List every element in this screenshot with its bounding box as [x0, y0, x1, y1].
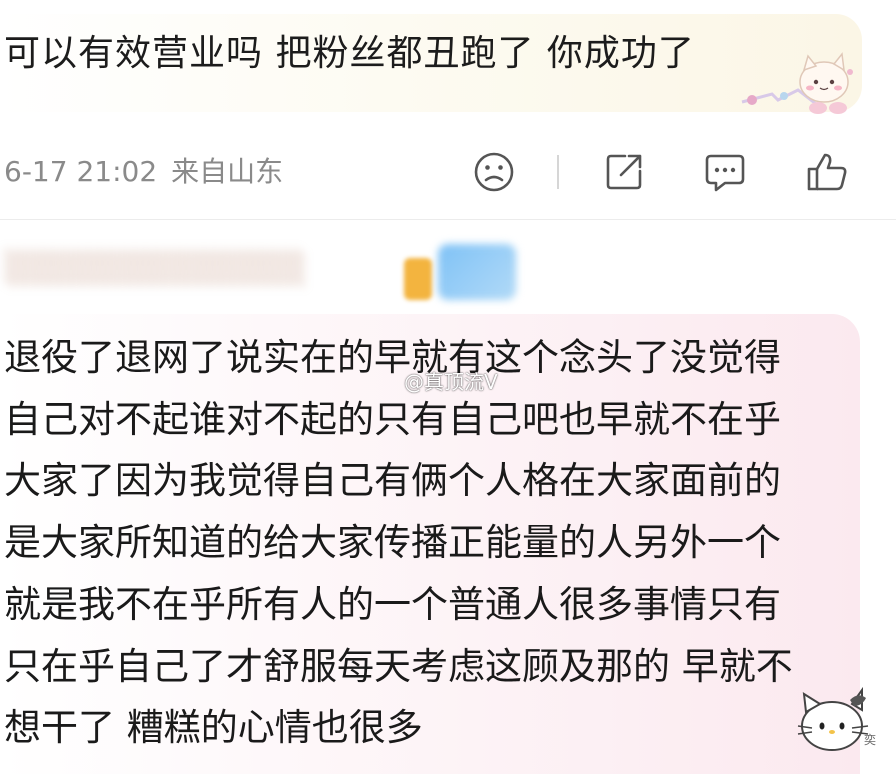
comment-icon [705, 154, 745, 192]
dislike-button[interactable] [472, 150, 516, 194]
like-icon [807, 153, 847, 191]
svg-text:奕: 奕 [864, 732, 876, 747]
reply-button[interactable] [703, 150, 747, 194]
share-icon [606, 154, 642, 190]
comment-divider [0, 219, 896, 220]
like-button[interactable] [805, 150, 849, 194]
share-button[interactable] [602, 150, 646, 194]
kitty-sticker-icon [741, 52, 853, 114]
action-separator [557, 155, 559, 189]
vip-badge-icon [438, 244, 516, 300]
level-badge-icon [404, 258, 432, 300]
comment-text: 可以有效营业吗 把粉丝都丑跑了 你成功了 [4, 33, 695, 74]
username-blurred[interactable]: ░░░░░░░░░░░░░ [6, 240, 406, 298]
sad-face-icon [474, 152, 514, 192]
hello-kitty-sticker-icon: 奕 [797, 686, 876, 751]
watermark: @真顶流V [404, 370, 498, 394]
